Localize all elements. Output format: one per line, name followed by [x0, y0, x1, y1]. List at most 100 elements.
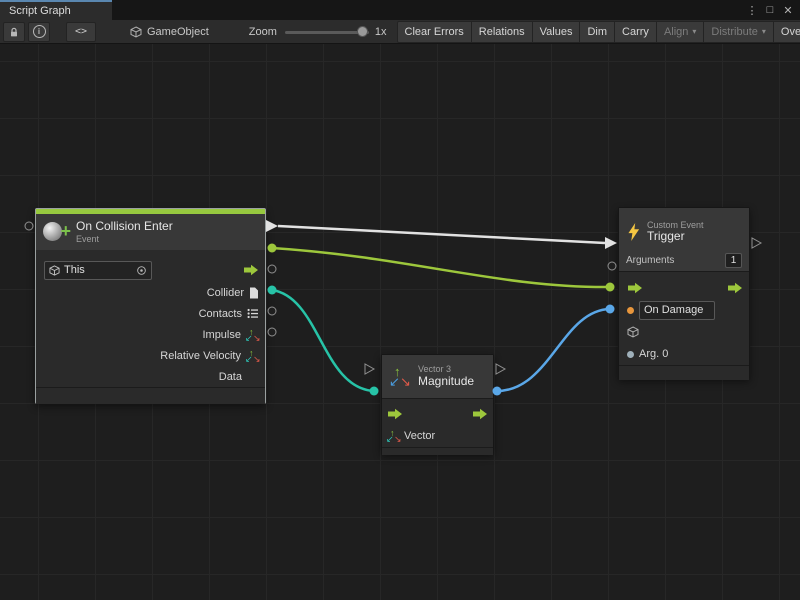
port-label: Impulse: [202, 329, 241, 341]
vector-node-footer: [382, 447, 493, 455]
tab-label: Script Graph: [9, 5, 71, 17]
graph-owner[interactable]: GameObject: [130, 26, 209, 38]
object-picker-icon[interactable]: [136, 265, 147, 276]
flow-arrow-icon: [243, 264, 259, 276]
event-node-header[interactable]: + On Collision Enter Event: [36, 214, 265, 250]
event-flow-row: This: [36, 258, 265, 282]
event-node-subtitle: Event: [76, 234, 173, 244]
flow-arrow-icon: [387, 408, 403, 420]
collision-event-icon: +: [43, 220, 69, 244]
trigger-node-titles: Custom Event Trigger: [647, 220, 704, 244]
port-label: Contacts: [199, 308, 242, 320]
window-controls: ⋮ □ ✕: [744, 0, 800, 20]
flow-arrow-icon: [727, 282, 743, 294]
chevron-down-icon: ▾: [762, 27, 766, 36]
maximize-icon[interactable]: □: [762, 2, 778, 18]
event-node-footer: [36, 387, 265, 404]
toolbar-buttons: Clear Errors Relations Values Dim Carry …: [397, 21, 800, 43]
arguments-label: Arguments: [626, 255, 674, 266]
close-icon[interactable]: ✕: [780, 2, 796, 18]
cube-icon: [627, 326, 639, 338]
vector3-icon: ↑↙↘: [246, 328, 259, 342]
target-object-field[interactable]: This: [44, 261, 152, 280]
node-on-collision-enter[interactable]: + On Collision Enter Event This: [35, 208, 266, 404]
clear-errors-button[interactable]: Clear Errors: [397, 21, 472, 43]
port-row-data: Data: [36, 366, 265, 387]
string-port-icon: [627, 307, 634, 314]
align-dropdown[interactable]: Align ▾: [657, 21, 704, 43]
lightning-icon: [626, 223, 641, 241]
vector-node-body: ↑↙↘ Vector: [382, 398, 493, 455]
cube-icon: [49, 265, 60, 276]
port-row-contacts: Contacts: [36, 303, 265, 324]
node-trigger-custom-event[interactable]: Custom Event Trigger Arguments 1: [618, 207, 750, 379]
code-icon: <>: [75, 26, 87, 37]
port-label: Data: [219, 371, 242, 383]
info-icon: i: [33, 25, 46, 38]
plus-glyph: +: [60, 222, 71, 240]
overview-button[interactable]: Overview: [774, 21, 800, 43]
sphere-glyph: [43, 222, 62, 241]
event-node-body: This Collider: [36, 250, 265, 404]
port-label: Relative Velocity: [160, 350, 241, 362]
vector-node-title: Magnitude: [418, 375, 474, 389]
vector-input-label: Vector: [404, 430, 435, 442]
flow-arrow-icon: [627, 282, 643, 294]
arguments-row: Arguments 1: [626, 251, 742, 269]
event-name-field[interactable]: On Damage: [639, 301, 715, 320]
node-vector3-magnitude[interactable]: ↑↙↘ Vector 3 Magnitude ↑↙↘: [381, 354, 494, 454]
tab-bar: Script Graph ⋮ □ ✕: [0, 0, 800, 20]
zoom-label: Zoom: [249, 26, 277, 38]
vector-flow-row: [382, 403, 493, 425]
port-label: Collider: [207, 287, 244, 299]
target-object-value: This: [64, 264, 85, 276]
trigger-node-body: On Damage Arg. 0: [619, 271, 749, 380]
vector3-icon: ↑↙↘: [246, 349, 259, 363]
port-row-collider: Collider: [36, 282, 265, 303]
distribute-dropdown[interactable]: Distribute ▾: [704, 21, 773, 43]
zoom-slider[interactable]: [285, 22, 369, 42]
vector3-icon: ↑↙↘: [387, 429, 400, 443]
values-button[interactable]: Values: [533, 21, 581, 43]
unity-script-graph-window: Script Graph ⋮ □ ✕ i <> GameObject: [0, 0, 800, 600]
trigger-node-header[interactable]: Custom Event Trigger Arguments 1: [619, 208, 749, 271]
trigger-flow-row: [619, 277, 749, 299]
vector3-icon: ↑↙↘: [389, 366, 411, 388]
trigger-node-footer: [619, 365, 749, 380]
zoom-value: 1x: [375, 26, 387, 38]
gameobject-icon: [130, 26, 142, 38]
arg0-row: Arg. 0: [619, 343, 749, 365]
menu-icon[interactable]: ⋮: [744, 2, 760, 18]
lock-icon: [8, 26, 20, 38]
vector-node-header[interactable]: ↑↙↘ Vector 3 Magnitude: [382, 355, 493, 398]
flow-arrow-icon: [472, 408, 488, 420]
event-name-row: On Damage: [619, 299, 749, 321]
target-row: [619, 321, 749, 343]
graph-canvas[interactable]: + On Collision Enter Event This: [0, 44, 800, 600]
event-node-titles: On Collision Enter Event: [76, 220, 173, 244]
collider-doc-icon: [249, 287, 259, 299]
trigger-node-title: Trigger: [647, 230, 704, 244]
graph-toolbar: i <> GameObject Zoom 1x Clear Errors Rel…: [0, 20, 800, 44]
port-row-relative-velocity: Relative Velocity ↑↙↘: [36, 345, 265, 366]
event-name-value: On Damage: [644, 304, 703, 316]
arguments-count-field[interactable]: 1: [725, 253, 742, 268]
trigger-node-title-row: Custom Event Trigger: [626, 213, 742, 251]
chevron-down-icon: ▾: [692, 27, 696, 36]
arg-port-icon: [627, 351, 634, 358]
carry-button[interactable]: Carry: [615, 21, 657, 43]
event-node-title: On Collision Enter: [76, 220, 173, 234]
edit-code-button[interactable]: <>: [66, 22, 96, 42]
vector-node-titles: Vector 3 Magnitude: [418, 364, 474, 388]
relations-button[interactable]: Relations: [472, 21, 533, 43]
zoom-slider-handle[interactable]: [357, 26, 368, 37]
lock-button[interactable]: [3, 22, 25, 42]
list-icon: [247, 308, 259, 319]
vector-input-row: ↑↙↘ Vector: [382, 425, 493, 447]
port-row-impulse: Impulse ↑↙↘: [36, 324, 265, 345]
dim-button[interactable]: Dim: [580, 21, 615, 43]
info-button[interactable]: i: [28, 22, 50, 42]
graph-owner-label: GameObject: [147, 26, 209, 38]
arg0-label: Arg. 0: [639, 348, 668, 360]
tab-script-graph[interactable]: Script Graph: [0, 0, 112, 20]
